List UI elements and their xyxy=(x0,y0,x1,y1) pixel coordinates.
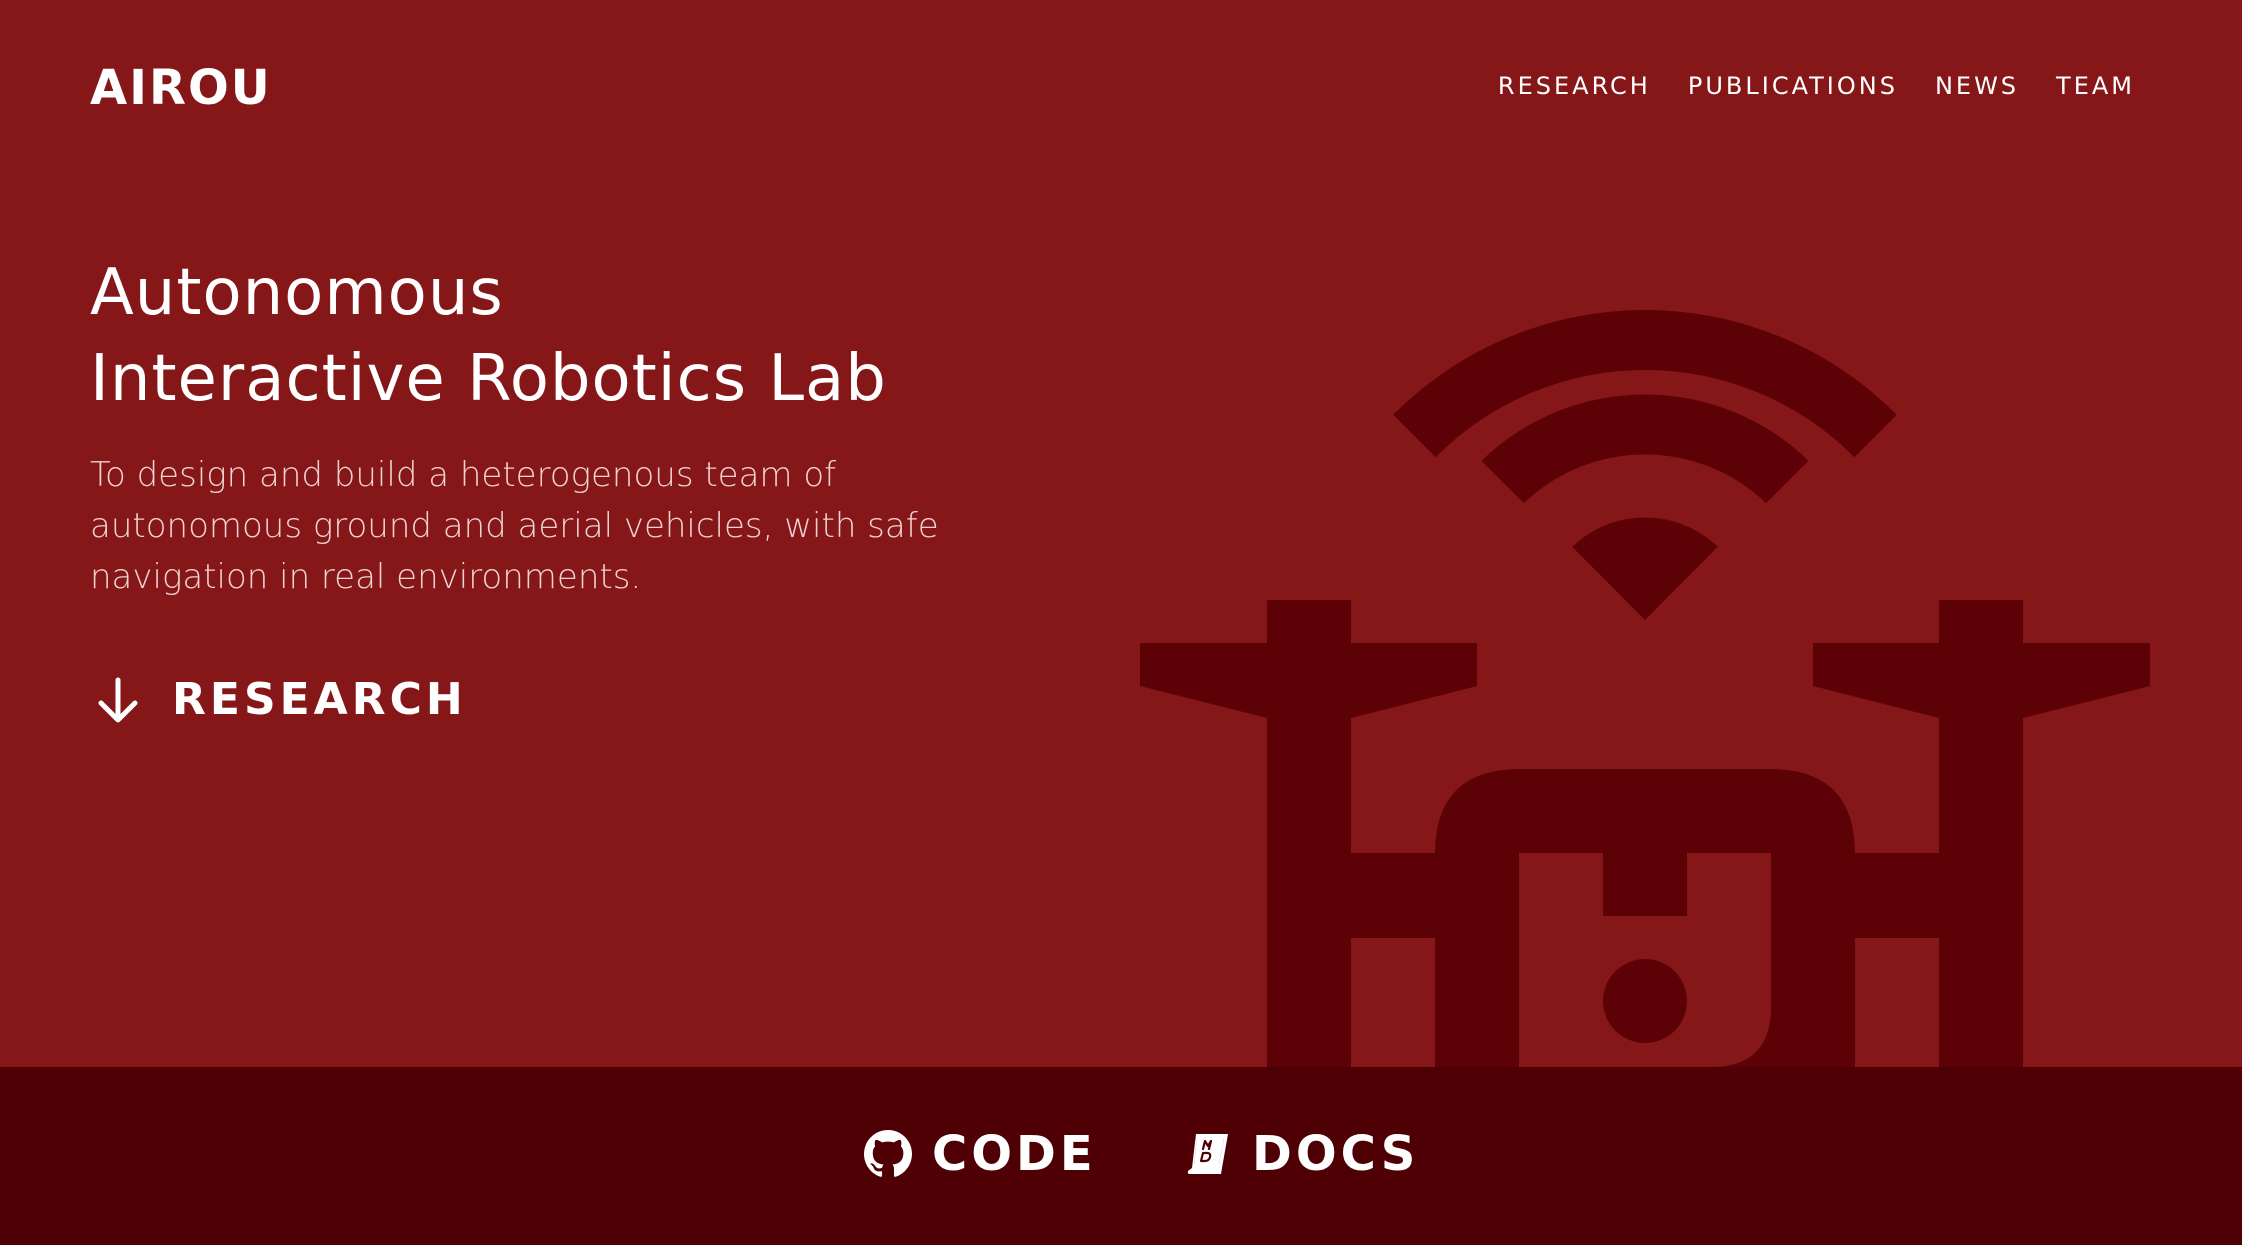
hero-section: AIROU RESEARCH PUBLICATIONS NEWS TEAM Au… xyxy=(0,0,2242,1067)
nav-item-publications[interactable]: PUBLICATIONS xyxy=(1688,68,1898,104)
title-line-1: Autonomous xyxy=(90,256,504,330)
nav-item-news[interactable]: NEWS xyxy=(1935,68,2019,104)
site-logo[interactable]: AIROU xyxy=(90,58,272,118)
arrow-down-icon xyxy=(98,677,138,723)
page-title: Autonomous Interactive Robotics Lab xyxy=(90,250,887,422)
code-link[interactable]: CODE xyxy=(864,1122,1097,1186)
footer-bar: CODE DOCS xyxy=(0,1067,2242,1245)
nav-item-research[interactable]: RESEARCH xyxy=(1498,68,1651,104)
github-icon xyxy=(864,1130,912,1177)
markdown-book-icon xyxy=(1187,1134,1228,1174)
research-cta-label: RESEARCH xyxy=(172,674,467,725)
docs-label: DOCS xyxy=(1252,1126,1420,1182)
main-nav: RESEARCH PUBLICATIONS NEWS TEAM xyxy=(1498,68,2135,104)
title-line-2: Interactive Robotics Lab xyxy=(90,342,887,416)
docs-link[interactable]: DOCS xyxy=(1184,1122,1419,1186)
code-label: CODE xyxy=(932,1126,1097,1182)
research-cta-button[interactable]: RESEARCH xyxy=(90,670,467,730)
nav-item-team[interactable]: TEAM xyxy=(2056,68,2135,104)
mission-statement: To design and build a heterogenous team … xyxy=(90,455,939,597)
